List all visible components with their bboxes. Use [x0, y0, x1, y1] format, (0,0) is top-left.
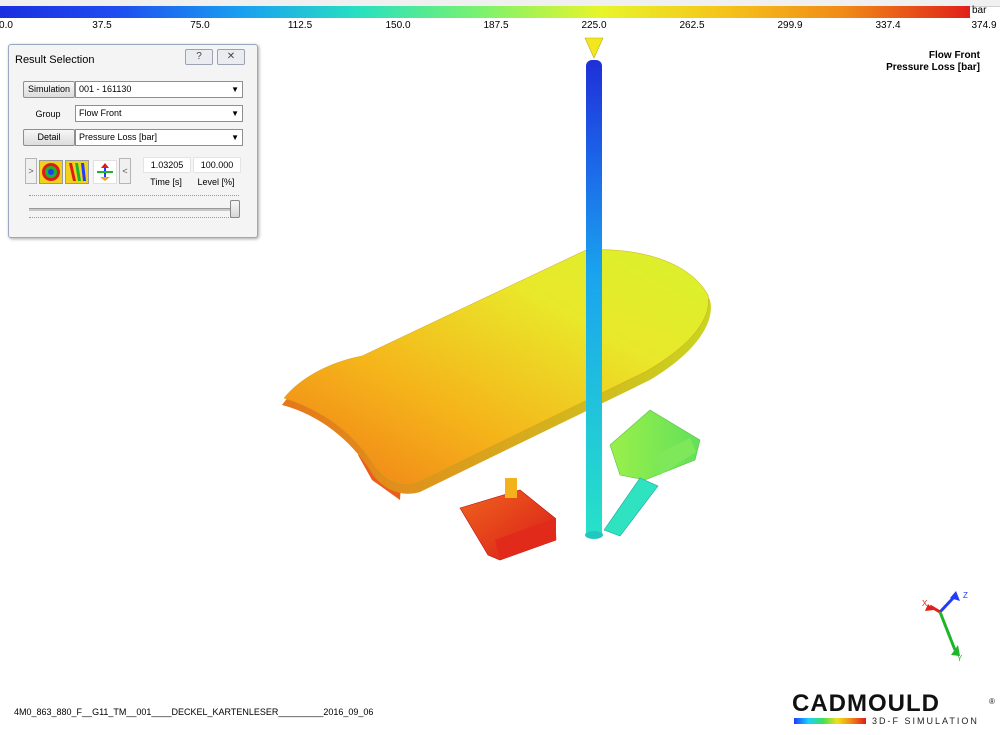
vector-view-button[interactable] [93, 160, 117, 184]
file-name-label: 4M0_863_880_F__G11_TM__001____DECKEL_KAR… [14, 707, 374, 717]
logo-tagline: 3D-F SIMULATION [872, 716, 979, 726]
simulation-select-value: 001 - 161130 [79, 84, 132, 94]
level-slider-thumb[interactable] [230, 200, 240, 218]
group-label: Group [35, 109, 61, 119]
time-label: Time [s] [150, 177, 182, 187]
x-axis-label: X [922, 599, 928, 608]
next-result-button[interactable]: < [119, 158, 131, 184]
detail-select[interactable]: Pressure Loss [bar] ▼ [75, 129, 243, 146]
logo-color-bar [794, 718, 866, 724]
stripes-view-button[interactable] [65, 160, 89, 184]
stripes-icon [66, 161, 88, 183]
previous-result-button[interactable]: > [25, 158, 37, 184]
level-slider-track[interactable] [29, 208, 239, 211]
group-select-value: Flow Front [79, 108, 122, 118]
detail-select-value: Pressure Loss [bar] [79, 132, 158, 142]
group-select[interactable]: Flow Front ▼ [75, 105, 243, 122]
level-label: Level [%] [197, 177, 235, 187]
slider-tick-row [29, 217, 239, 220]
detail-button[interactable]: Detail [23, 129, 75, 146]
help-icon: ? [196, 51, 202, 62]
level-value: 100.000 [193, 157, 241, 173]
cadmould-logo: CADMOULD [792, 690, 940, 717]
z-axis-label: Z [963, 591, 968, 600]
panel-title: Result Selection [15, 54, 95, 66]
chevron-down-icon: ▼ [231, 109, 239, 118]
slider-tick-row [29, 195, 239, 198]
time-value: 1.03205 [143, 157, 191, 173]
contour-icon [40, 161, 62, 183]
axis-triad [925, 591, 960, 656]
help-button[interactable]: ? [185, 49, 213, 65]
result-selection-panel: Result Selection ? ✕ Simulation 001 - 16… [8, 44, 258, 238]
simulation-select[interactable]: 001 - 161130 ▼ [75, 81, 243, 98]
close-button[interactable]: ✕ [217, 49, 245, 65]
flow-vector-icon [97, 163, 113, 181]
registered-mark: ® [989, 697, 995, 706]
y-axis-label: Y [957, 654, 963, 663]
simulation-button[interactable]: Simulation [23, 81, 75, 98]
close-icon: ✕ [226, 51, 236, 62]
part-model [282, 37, 711, 561]
chevron-down-icon: ▼ [231, 133, 239, 142]
chevron-down-icon: ▼ [231, 85, 239, 94]
contour-view-button[interactable] [39, 160, 63, 184]
